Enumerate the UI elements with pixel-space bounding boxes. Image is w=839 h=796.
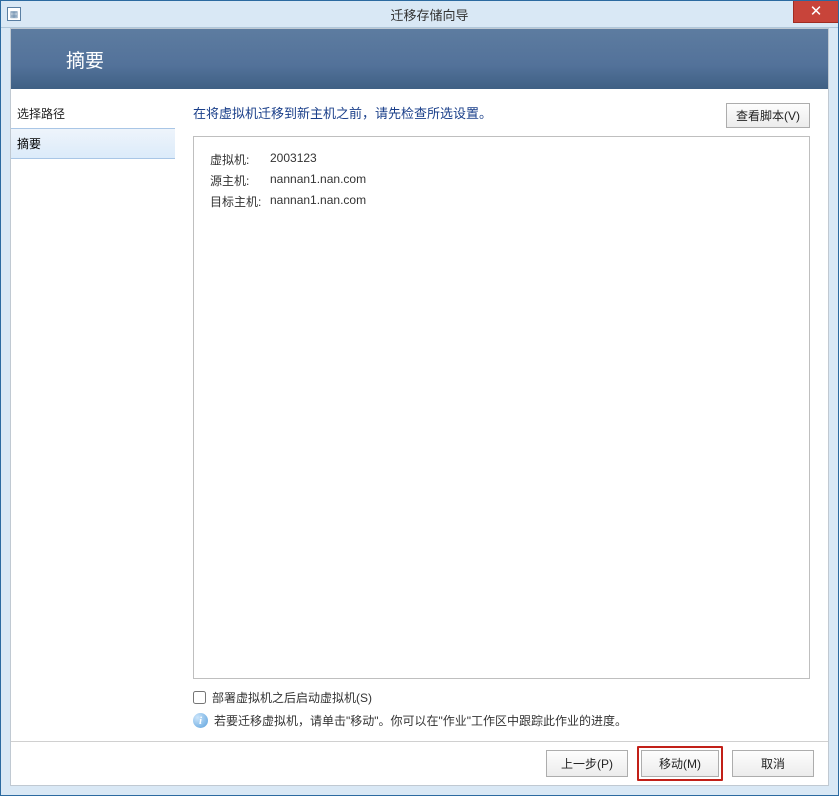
- move-button-highlight: 移动(M): [637, 746, 723, 781]
- detail-value: 2003123: [270, 151, 317, 168]
- banner-heading: 摘要: [66, 46, 104, 73]
- view-script-button[interactable]: 查看脚本(V): [726, 103, 810, 128]
- wizard-body: 选择路径 摘要 在将虚拟机迁移到新主机之前，请先检查所选设置。 查看脚本(V) …: [11, 89, 828, 741]
- detail-value: nannan1.nan.com: [270, 193, 366, 210]
- titlebar: ▦ 迁移存储向导 ✕: [1, 1, 838, 28]
- info-icon: i: [193, 713, 208, 728]
- detail-label: 源主机:: [210, 172, 270, 189]
- close-button[interactable]: ✕: [793, 1, 838, 23]
- detail-label: 虚拟机:: [210, 151, 270, 168]
- start-vm-checkbox-row[interactable]: 部署虚拟机之后启动虚拟机(S): [193, 689, 810, 706]
- wizard-footer: 上一步(P) 移动(M) 取消: [11, 741, 828, 785]
- window-title: 迁移存储向导: [21, 5, 838, 24]
- info-row: i 若要迁移虚拟机，请单击"移动"。你可以在"作业"工作区中跟踪此作业的进度。: [193, 712, 810, 729]
- start-vm-checkbox[interactable]: [193, 691, 206, 704]
- detail-row-target-host: 目标主机: nannan1.nan.com: [210, 193, 793, 210]
- wizard-content: 在将虚拟机迁移到新主机之前，请先检查所选设置。 查看脚本(V) 虚拟机: 200…: [175, 89, 828, 741]
- detail-value: nannan1.nan.com: [270, 172, 366, 189]
- sidebar-item-select-path[interactable]: 选择路径: [11, 99, 175, 128]
- detail-row-source-host: 源主机: nannan1.nan.com: [210, 172, 793, 189]
- detail-row-vm: 虚拟机: 2003123: [210, 151, 793, 168]
- window-icon: ▦: [7, 7, 21, 21]
- content-headline: 在将虚拟机迁移到新主机之前，请先检查所选设置。: [193, 103, 492, 122]
- summary-details-box: 虚拟机: 2003123 源主机: nannan1.nan.com 目标主机: …: [193, 136, 810, 679]
- previous-button[interactable]: 上一步(P): [546, 750, 628, 777]
- wizard-sidebar: 选择路径 摘要: [11, 89, 175, 741]
- wizard-banner: 摘要: [11, 29, 828, 89]
- start-vm-checkbox-label: 部署虚拟机之后启动虚拟机(S): [212, 689, 372, 706]
- sidebar-item-summary[interactable]: 摘要: [11, 128, 175, 159]
- move-button[interactable]: 移动(M): [641, 750, 719, 777]
- info-text: 若要迁移虚拟机，请单击"移动"。你可以在"作业"工作区中跟踪此作业的进度。: [214, 712, 627, 729]
- wizard-window: ▦ 迁移存储向导 ✕ 摘要 选择路径 摘要 在将虚拟机迁移到新主机之前，请先检查…: [0, 0, 839, 796]
- wizard-inner: 摘要 选择路径 摘要 在将虚拟机迁移到新主机之前，请先检查所选设置。 查看脚本(…: [10, 28, 829, 786]
- cancel-button[interactable]: 取消: [732, 750, 814, 777]
- detail-label: 目标主机:: [210, 193, 270, 210]
